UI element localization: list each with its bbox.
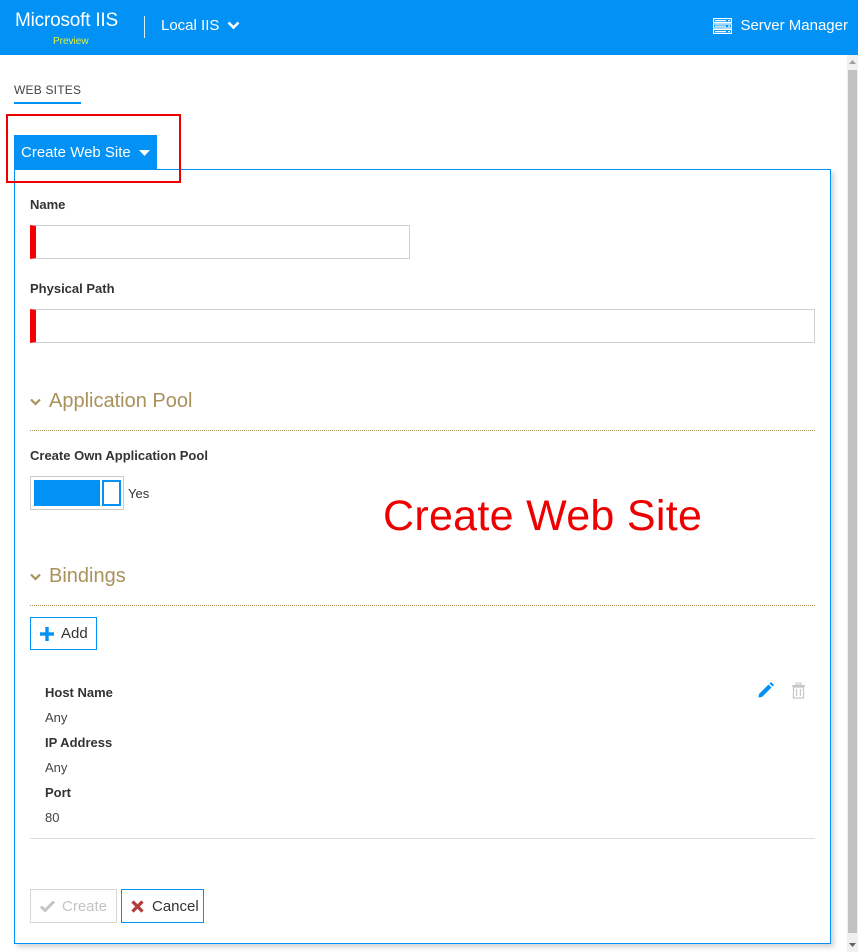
create-label: Create bbox=[62, 897, 108, 915]
name-label: Name bbox=[30, 197, 66, 212]
section-divider bbox=[30, 430, 815, 431]
physical-path-label: Physical Path bbox=[30, 281, 115, 296]
scroll-down-arrow-icon[interactable] bbox=[847, 940, 858, 950]
cancel-button[interactable]: Cancel bbox=[121, 889, 204, 923]
toggle-state-text: Yes bbox=[128, 486, 150, 501]
application-pool-title: Application Pool bbox=[49, 390, 193, 412]
add-binding-label: Add bbox=[61, 625, 88, 642]
chevron-down-icon bbox=[30, 573, 41, 581]
brand[interactable]: Microsoft IIS Preview bbox=[15, 10, 118, 47]
scrollbar-thumb[interactable] bbox=[848, 70, 857, 933]
scroll-up-arrow-icon[interactable] bbox=[847, 57, 858, 67]
edit-pencil-icon[interactable] bbox=[757, 682, 774, 699]
server-manager-link[interactable]: Server Manager bbox=[713, 17, 848, 34]
toggle-knob bbox=[102, 480, 121, 506]
close-x-icon bbox=[131, 899, 144, 913]
create-own-app-pool-label: Create Own Application Pool bbox=[30, 448, 208, 463]
vertical-scrollbar[interactable] bbox=[847, 55, 858, 952]
server-manager-label: Server Manager bbox=[740, 17, 848, 34]
bindings-section-header[interactable]: Bindings bbox=[30, 565, 126, 588]
server-select[interactable]: Local IIS bbox=[161, 17, 240, 34]
server-icon bbox=[713, 17, 733, 34]
physical-path-input[interactable] bbox=[30, 309, 815, 343]
ip-address-value: Any bbox=[45, 760, 68, 775]
top-bar: Microsoft IIS Preview Local IIS Server M… bbox=[0, 0, 858, 55]
add-binding-button[interactable]: Add bbox=[30, 617, 97, 650]
annotation-caption: Create Web Site bbox=[383, 492, 703, 540]
toggle-fill bbox=[34, 480, 100, 506]
create-web-site-label: Create Web Site bbox=[21, 144, 131, 161]
chevron-down-icon bbox=[227, 21, 240, 30]
tab-web-sites[interactable]: WEB SITES bbox=[14, 83, 82, 104]
create-web-site-dropdown[interactable]: Create Web Site bbox=[14, 135, 157, 170]
host-name-value: Any bbox=[45, 710, 68, 725]
port-label: Port bbox=[45, 785, 71, 800]
host-name-label: Host Name bbox=[45, 685, 113, 700]
caret-down-icon bbox=[138, 149, 150, 156]
plus-icon bbox=[40, 626, 54, 641]
create-web-site-panel bbox=[14, 169, 831, 944]
section-divider bbox=[30, 605, 815, 606]
app-subtitle: Preview bbox=[53, 36, 89, 47]
trash-icon[interactable] bbox=[791, 682, 806, 699]
chevron-down-icon bbox=[30, 398, 41, 406]
cancel-label: Cancel bbox=[152, 897, 199, 915]
application-pool-section-header[interactable]: Application Pool bbox=[30, 390, 192, 413]
app-title: Microsoft IIS bbox=[15, 10, 118, 31]
bindings-title: Bindings bbox=[49, 565, 126, 587]
ip-address-label: IP Address bbox=[45, 735, 113, 750]
port-value: 80 bbox=[45, 810, 60, 825]
server-select-label: Local IIS bbox=[161, 17, 220, 34]
create-button[interactable]: Create bbox=[30, 889, 117, 923]
checkmark-icon bbox=[40, 900, 55, 912]
bindings-divider bbox=[30, 838, 815, 839]
header-separator bbox=[144, 16, 145, 38]
name-input[interactable] bbox=[30, 225, 410, 259]
create-own-app-pool-toggle[interactable] bbox=[30, 476, 124, 510]
